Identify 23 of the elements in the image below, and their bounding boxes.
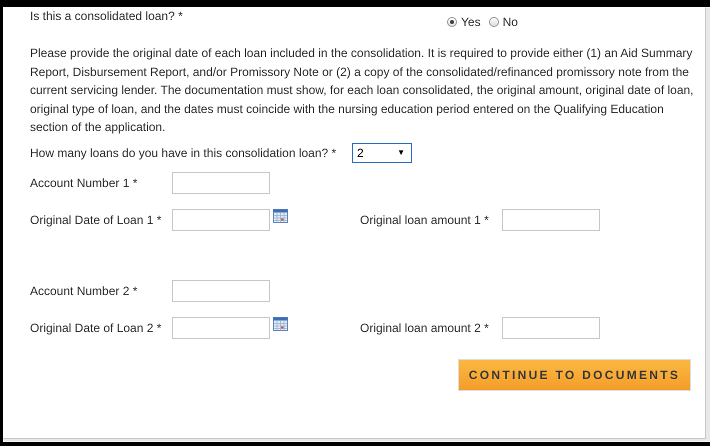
field-label: Account Number 1 * [30, 176, 138, 190]
amount-field[interactable] [502, 208, 600, 230]
radio-button[interactable] [488, 17, 499, 27]
field-label: Original Date of Loan 2 * [30, 320, 162, 334]
date-field[interactable] [172, 208, 270, 230]
date-field[interactable] [172, 316, 270, 338]
field-label: Original loan amount 1 * [360, 212, 490, 226]
field-label: Original loan amount 2 * [360, 320, 490, 334]
field-label: Original Date of Loan 1 * [30, 212, 162, 226]
field-label: Account Number 2 * [30, 284, 138, 298]
account-number-field[interactable] [172, 280, 270, 302]
loan-count-select[interactable]: 2 ▼ [352, 142, 412, 162]
continue-button[interactable]: CONTINUE TO DOCUMENTS [458, 358, 691, 390]
instructions-text: Please provide the original date of each loan included in the consolidation. It is required to provide either (1) an Aid Summary Report, Disbursement Report, and/or Promissory Note or (2) a copy of the consolidated/refinanced promissory note from the current servicing lender. The documentation must show, for each loan consolidated, the original amount, original date of loan, original type of loan, and the dates must coincide with the nursing education period entered on the Qualifying Education section of the application. [30, 45, 695, 136]
radio-label[interactable]: No [502, 15, 518, 29]
amount-field[interactable] [502, 316, 600, 338]
calendar-icon[interactable] [273, 208, 288, 222]
account-number-field[interactable] [172, 172, 270, 194]
field-label: How many loans do you have in this consolidation loan? * [30, 146, 338, 160]
radio-button[interactable] [447, 17, 457, 27]
question-label: Is this a consolidated loan? * [30, 9, 184, 25]
calendar-icon[interactable] [273, 316, 288, 330]
radio-label[interactable]: Yes [461, 15, 481, 29]
